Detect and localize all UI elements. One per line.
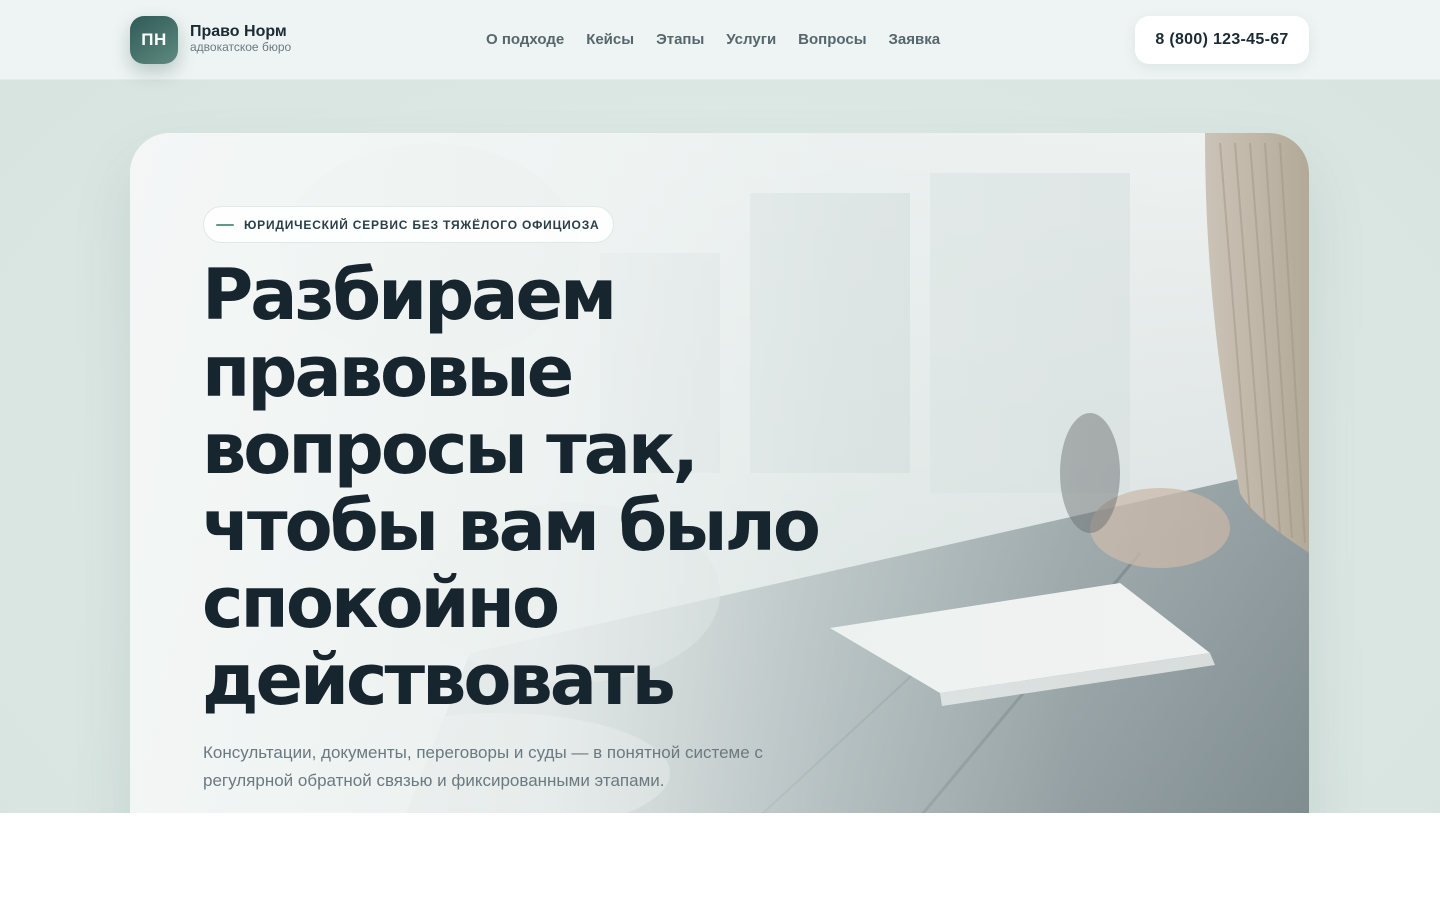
hero-title-line: спокойно: [202, 562, 560, 644]
hero-title-line: Разбираем: [202, 254, 617, 336]
hero-badge-text: ЮРИДИЧЕСКИЙ СЕРВИС БЕЗ ТЯЖЁЛОГО ОФИЦИОЗА: [244, 217, 600, 232]
hero-card: ЮРИДИЧЕСКИЙ СЕРВИС БЕЗ ТЯЖЁЛОГО ОФИЦИОЗА…: [130, 133, 1309, 813]
hero-title-line: действовать: [202, 639, 676, 721]
brand-block[interactable]: Право Норм адвокатское бюро: [190, 23, 291, 54]
hero-title-line: чтобы вам было: [202, 485, 821, 567]
hero-lead-text: Консультации, документы, переговоры и су…: [203, 743, 763, 790]
hero-title-line: вопросы так,: [202, 408, 699, 490]
brand-name: Право Норм: [190, 23, 287, 40]
site-header: ПН Право Норм адвокатское бюро О подходе…: [0, 0, 1440, 80]
hero-title: Разбираем правовые вопросы так, чтобы ва…: [202, 257, 842, 719]
phone-button[interactable]: 8 (800) 123-45-67: [1135, 16, 1309, 64]
nav-link-faq[interactable]: Вопросы: [798, 31, 866, 49]
nav-link-cases[interactable]: Кейсы: [586, 31, 634, 49]
hero-badge: ЮРИДИЧЕСКИЙ СЕРВИС БЕЗ ТЯЖЁЛОГО ОФИЦИОЗА: [203, 206, 615, 243]
page-viewport: ПН Право Норм адвокатское бюро О подходе…: [0, 0, 1440, 813]
main-nav: О подходе Кейсы Этапы Услуги Вопросы Зая…: [486, 31, 940, 49]
nav-link-request[interactable]: Заявка: [889, 31, 941, 49]
badge-dash-icon: [216, 223, 234, 226]
nav-link-stages[interactable]: Этапы: [656, 31, 704, 49]
brand-subtitle: адвокатское бюро: [190, 40, 292, 54]
nav-link-services[interactable]: Услуги: [726, 31, 776, 49]
nav-link-approach[interactable]: О подходе: [486, 31, 564, 49]
brand-logo[interactable]: ПН: [130, 16, 178, 64]
hero-title-line: правовые: [202, 331, 574, 413]
